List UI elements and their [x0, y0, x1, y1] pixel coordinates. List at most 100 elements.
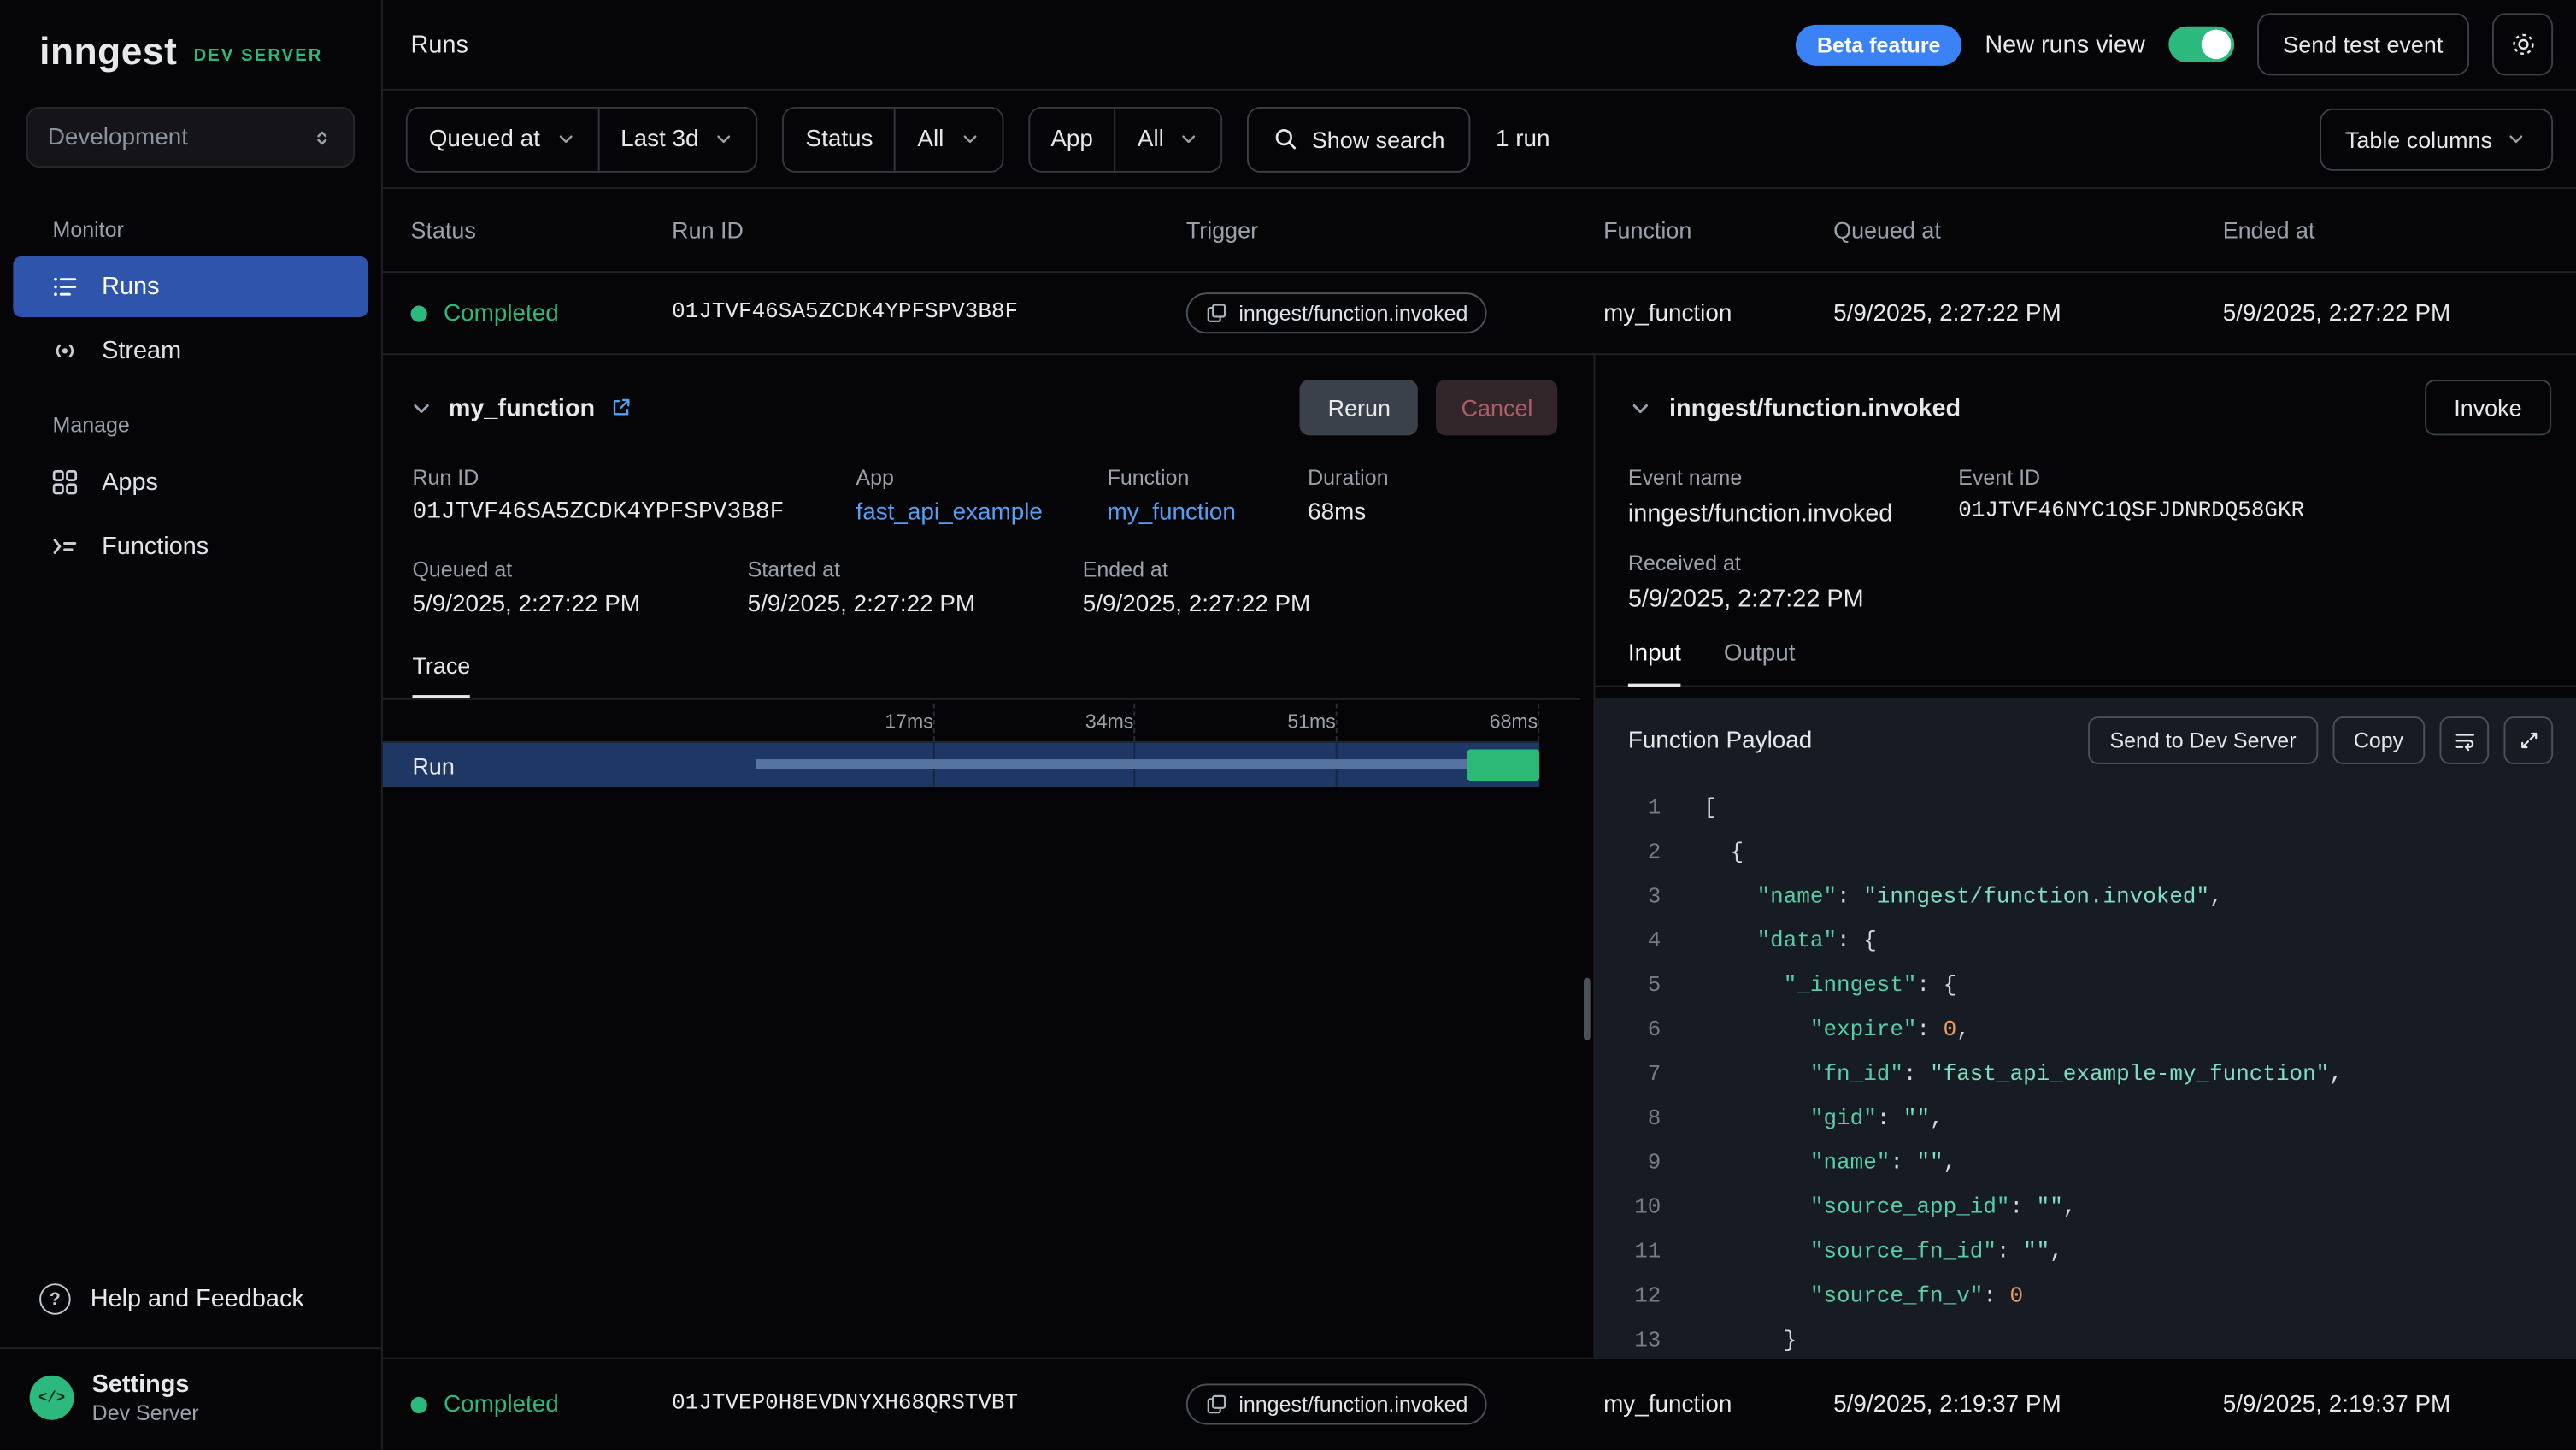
code-line: 6 "expire": 0,	[1595, 1009, 2576, 1053]
trigger-pill-label: inngest/function.invoked	[1238, 301, 1467, 326]
sidebar-item-functions[interactable]: Functions	[13, 516, 368, 577]
send-to-dev-server-button[interactable]: Send to Dev Server	[2088, 716, 2317, 764]
table-columns-button[interactable]: Table columns	[2319, 108, 2553, 170]
code-lines[interactable]: 1[2 {3 "name": "inngest/function.invoked…	[1595, 779, 2576, 1358]
app-filter-value[interactable]: All	[1115, 108, 1221, 170]
table-row[interactable]: Completed 01JTVEP0H8EVDNYXH68QRSTVBT inn…	[383, 1358, 2576, 1450]
status-dot-icon	[411, 305, 427, 321]
main-area: Runs Beta feature New runs view Send tes…	[383, 0, 2576, 1449]
tab-output[interactable]: Output	[1724, 641, 1796, 686]
ended-at-cell: 5/9/2025, 2:19:37 PM	[2223, 1391, 2576, 1418]
payload-title: Function Payload	[1628, 728, 1812, 754]
invoke-button[interactable]: Invoke	[2425, 380, 2551, 435]
trace-span-bar	[756, 759, 1467, 769]
code-text: "gid": "",	[1703, 1098, 1943, 1142]
table-row[interactable]: Completed 01JTVF46SA5ZCDK4YPFSPV3B8F inn…	[383, 273, 2576, 355]
tab-trace[interactable]: Trace	[412, 652, 470, 698]
code-text: "source_app_id": "",	[1703, 1187, 2076, 1231]
collapse-chevron-icon[interactable]	[409, 395, 434, 420]
line-number: 10	[1595, 1187, 1661, 1231]
trace-span-label: Run	[383, 752, 455, 778]
ended-at-cell: 5/9/2025, 2:27:22 PM	[2223, 300, 2576, 327]
function-cell: my_function	[1603, 1391, 1833, 1418]
meta-ended-at: Ended at 5/9/2025, 2:27:22 PM	[1083, 557, 1311, 618]
event-icon	[1206, 1394, 1227, 1415]
axis-tick: 51ms	[1287, 710, 1335, 733]
sidebar-item-apps[interactable]: Apps	[13, 452, 368, 513]
app-link[interactable]: fast_api_example	[856, 499, 1107, 526]
status-filter-value[interactable]: All	[894, 108, 1001, 170]
code-text: "source_fn_id": "",	[1703, 1231, 2062, 1276]
queued-at-filter[interactable]: Queued at	[408, 108, 597, 170]
functions-icon	[50, 531, 81, 563]
expand-icon	[2516, 728, 2541, 753]
trace-tab-bar: Trace	[383, 618, 1580, 700]
settings-entry[interactable]: </> Settings Dev Server	[0, 1347, 381, 1449]
word-wrap-icon	[2452, 728, 2477, 753]
event-meta-row: Event name inngest/function.invoked Even…	[1595, 449, 2576, 528]
tab-input[interactable]: Input	[1628, 641, 1681, 687]
code-line: 3 "name": "inngest/function.invoked",	[1595, 876, 2576, 921]
show-search-button[interactable]: Show search	[1248, 106, 1471, 172]
copy-button[interactable]: Copy	[2332, 716, 2425, 764]
column-header-trigger: Trigger	[1186, 217, 1603, 244]
trigger-pill[interactable]: inngest/function.invoked	[1186, 292, 1488, 333]
expand-button[interactable]	[2503, 716, 2553, 764]
event-header: inngest/function.invoked Invoke	[1595, 355, 2576, 449]
cancel-button[interactable]: Cancel	[1437, 380, 1557, 435]
axis-tick: 68ms	[1490, 710, 1538, 733]
code-text: "name": "",	[1703, 1142, 1956, 1187]
collapse-chevron-icon[interactable]	[1628, 395, 1653, 420]
column-header-status: Status	[411, 217, 673, 244]
function-link[interactable]: my_function	[1108, 499, 1309, 526]
top-bar: Runs Beta feature New runs view Send tes…	[383, 0, 2576, 91]
event-title: inngest/function.invoked	[1669, 393, 1961, 421]
sidebar-item-label: Functions	[102, 533, 209, 561]
line-number: 3	[1595, 876, 1661, 921]
line-number: 6	[1595, 1009, 1661, 1053]
run-function-title: my_function	[449, 393, 595, 421]
filter-bar-right: Table columns	[2319, 108, 2553, 170]
external-link-icon[interactable]	[609, 396, 632, 419]
sidebar-item-stream[interactable]: Stream	[13, 321, 368, 381]
trigger-pill[interactable]: inngest/function.invoked	[1186, 1383, 1488, 1424]
new-runs-view-toggle[interactable]	[2168, 27, 2234, 62]
scrollbar-thumb[interactable]	[1584, 978, 1591, 1040]
code-line: 5 "_inngest": {	[1595, 964, 2576, 1009]
word-wrap-button[interactable]	[2439, 716, 2489, 764]
run-count: 1 run	[1496, 126, 1550, 152]
code-text: "data": {	[1703, 920, 1876, 964]
trigger-pill-label: inngest/function.invoked	[1238, 1392, 1467, 1417]
time-range-filter[interactable]: Last 3d	[597, 108, 756, 170]
help-and-feedback[interactable]: ? Help and Feedback	[0, 1260, 381, 1347]
status-filter-group: Status All	[783, 106, 1003, 172]
line-number: 1	[1595, 787, 1661, 832]
run-id-cell: 01JTVF46SA5ZCDK4YPFSPV3B8F	[672, 301, 1186, 326]
code-line: 11 "source_fn_id": "",	[1595, 1231, 2576, 1276]
trigger-cell: inngest/function.invoked	[1186, 292, 1603, 333]
environment-select-value: Development	[48, 124, 188, 150]
trace-span-row[interactable]: Run	[383, 743, 1539, 787]
code-line: 1[	[1595, 787, 2576, 832]
filter-bar: Queued at Last 3d Status All	[383, 91, 2576, 189]
dev-server-badge: DEV SERVER	[194, 46, 323, 71]
beta-feature-badge: Beta feature	[1796, 24, 1961, 65]
sidebar-item-runs[interactable]: Runs	[13, 256, 368, 317]
line-number: 9	[1595, 1142, 1661, 1187]
meta-run-id: Run ID 01JTVF46SA5ZCDK4YPFSPV3B8F	[412, 465, 856, 526]
rerun-button[interactable]: Rerun	[1300, 380, 1419, 435]
environment-select[interactable]: Development	[26, 107, 355, 168]
run-meta-row-1: Run ID 01JTVF46SA5ZCDK4YPFSPV3B8F App fa…	[383, 452, 1580, 526]
axis-tick: 17ms	[885, 710, 932, 733]
settings-gear-button[interactable]	[2492, 13, 2553, 75]
function-cell: my_function	[1603, 300, 1833, 327]
code-text: [	[1703, 787, 1717, 832]
send-test-event-button[interactable]: Send test event	[2257, 13, 2470, 75]
chevron-down-icon	[2505, 128, 2526, 150]
app-filter-label: App	[1029, 108, 1115, 170]
settings-subtitle: Dev Server	[92, 1400, 199, 1425]
status-label: Completed	[444, 300, 559, 327]
line-number: 13	[1595, 1320, 1661, 1358]
settings-text: Settings Dev Server	[92, 1370, 199, 1424]
chevron-down-icon	[959, 128, 980, 150]
